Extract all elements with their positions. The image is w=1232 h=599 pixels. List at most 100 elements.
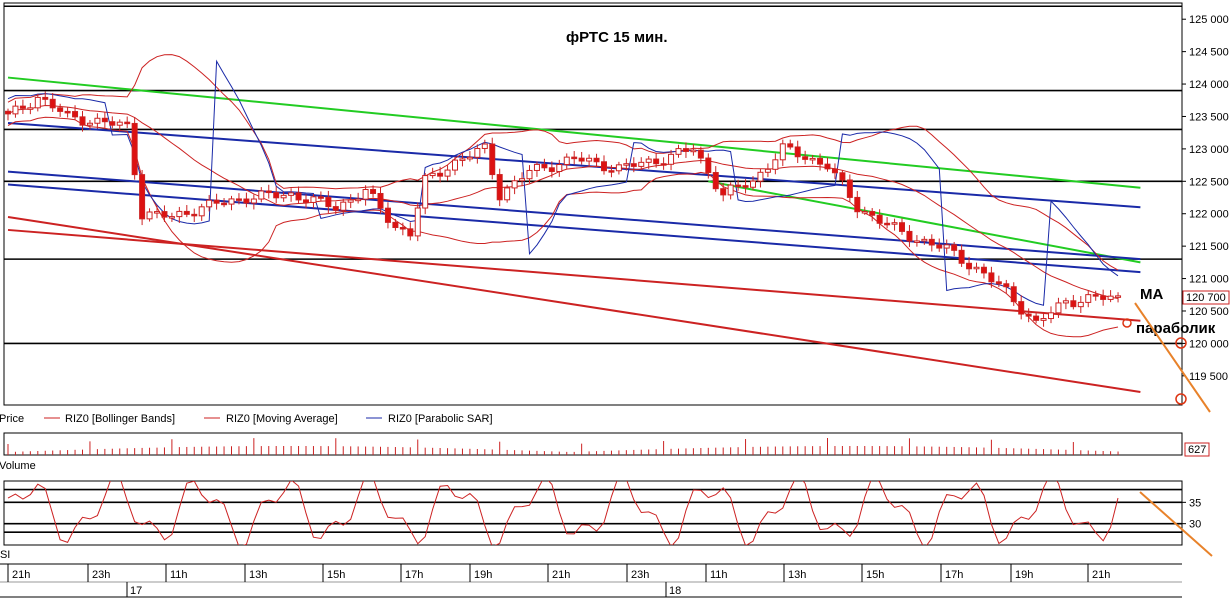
candle-body [608, 170, 615, 173]
candle-body [317, 196, 324, 199]
price-tick-label: 121 500 [1189, 241, 1229, 253]
candle-body [221, 202, 228, 206]
candle-body [19, 105, 26, 109]
candle-body [124, 121, 131, 125]
candle-body [690, 149, 697, 153]
price-tick-label: 120 500 [1189, 306, 1229, 318]
price-chart: 119 500 120 000 120 500 121 000 121 500 122 0… [0, 2, 1230, 598]
candle-body [750, 180, 756, 188]
candle-body [653, 158, 660, 165]
price-tick-label: 124 500 [1189, 47, 1229, 59]
candle-body [638, 161, 645, 167]
legend-moving-average: RIZ0 [Moving Average] [226, 413, 338, 425]
rsi-panel [3, 480, 1183, 546]
time-tick-label: 21h [12, 569, 30, 581]
candle-body [131, 122, 138, 176]
candle-body [414, 207, 421, 237]
candle-body [615, 164, 622, 172]
legend-bollinger: RIZ0 [Bollinger Bands] [65, 413, 175, 425]
rsi-tick-label: 30 [1189, 519, 1201, 531]
candle-body [980, 266, 987, 274]
candle-body [936, 244, 943, 249]
candle-body [601, 161, 607, 172]
candle-body [779, 143, 786, 161]
candle-body [504, 187, 511, 201]
time-tick-label: 21h [552, 569, 570, 581]
candle-body [951, 244, 958, 251]
legend-price: Price [0, 413, 24, 425]
candle-body [101, 117, 108, 123]
candle-body [772, 159, 779, 170]
candle-body [563, 156, 570, 166]
candle-body [794, 146, 801, 158]
candle-body [325, 196, 332, 208]
candle-body [548, 167, 555, 172]
day-tick-label: 18 [669, 585, 681, 597]
time-tick-label: 23h [631, 569, 649, 581]
candle-body [966, 262, 973, 270]
candle-body [556, 164, 563, 172]
legend-parabolic-sar: RIZ0 [Parabolic SAR] [388, 413, 493, 425]
candle-body [12, 105, 19, 115]
candle-body [429, 172, 436, 177]
candle-body [481, 143, 488, 149]
chart-title: фРТС 15 мин. [566, 29, 668, 46]
time-tick-label: 11h [170, 569, 188, 581]
candle-body [1010, 286, 1017, 303]
candle-body [280, 194, 287, 199]
candle-body [1055, 302, 1062, 314]
candle-body [452, 159, 458, 171]
candle-body [593, 157, 600, 163]
candle-body [824, 163, 831, 170]
candle-body [742, 185, 749, 188]
candle-body [437, 172, 444, 177]
candle-body [116, 121, 123, 126]
candle-body [258, 190, 265, 200]
candle-body [49, 98, 56, 109]
candle-body [198, 206, 205, 217]
candle-body [668, 153, 675, 165]
time-tick-label: 23h [92, 569, 110, 581]
candle-body [109, 121, 116, 126]
price-tick-label: 122 000 [1189, 209, 1229, 221]
candle-body [958, 249, 965, 264]
candle-body [1018, 301, 1025, 315]
annotation-ma: MA [1140, 286, 1163, 303]
price-tick-label: 125 000 [1189, 14, 1229, 26]
candle-body [526, 169, 533, 180]
candle-body [913, 240, 920, 243]
candle-body [921, 238, 928, 242]
candle-body [347, 199, 354, 203]
candle-body [191, 213, 198, 217]
candle-body [869, 211, 876, 216]
last-price-label: 120 700 [1186, 292, 1226, 304]
candle-body [891, 222, 898, 225]
candle-body [94, 117, 101, 124]
candle-body [384, 207, 391, 223]
candle-body [831, 168, 838, 174]
price-tick-label: 122 500 [1189, 176, 1229, 188]
candle-body [273, 192, 280, 199]
legend: Price RIZ0 [Bollinger Bands] RIZ0 [Movin… [0, 413, 493, 425]
time-tick-label: 17h [945, 569, 963, 581]
candle-body [988, 272, 995, 283]
time-tick-label: 13h [788, 569, 806, 581]
candle-body [176, 210, 183, 218]
candle-body [42, 96, 49, 100]
candle-body [213, 199, 220, 204]
candle-body [407, 228, 414, 237]
candle-body [720, 188, 727, 196]
candle-body [757, 171, 764, 182]
candle-body [79, 116, 86, 126]
candle-body [399, 227, 406, 230]
candle-body [496, 174, 503, 201]
candle-body [1077, 301, 1084, 308]
candle-body [183, 210, 190, 215]
candle-body [154, 211, 160, 214]
candle-body [973, 266, 980, 270]
candle-body [854, 196, 861, 213]
candle-body [928, 238, 935, 246]
candle-body [86, 122, 93, 126]
time-tick-label: 15h [866, 569, 884, 581]
candle-body [265, 190, 272, 194]
